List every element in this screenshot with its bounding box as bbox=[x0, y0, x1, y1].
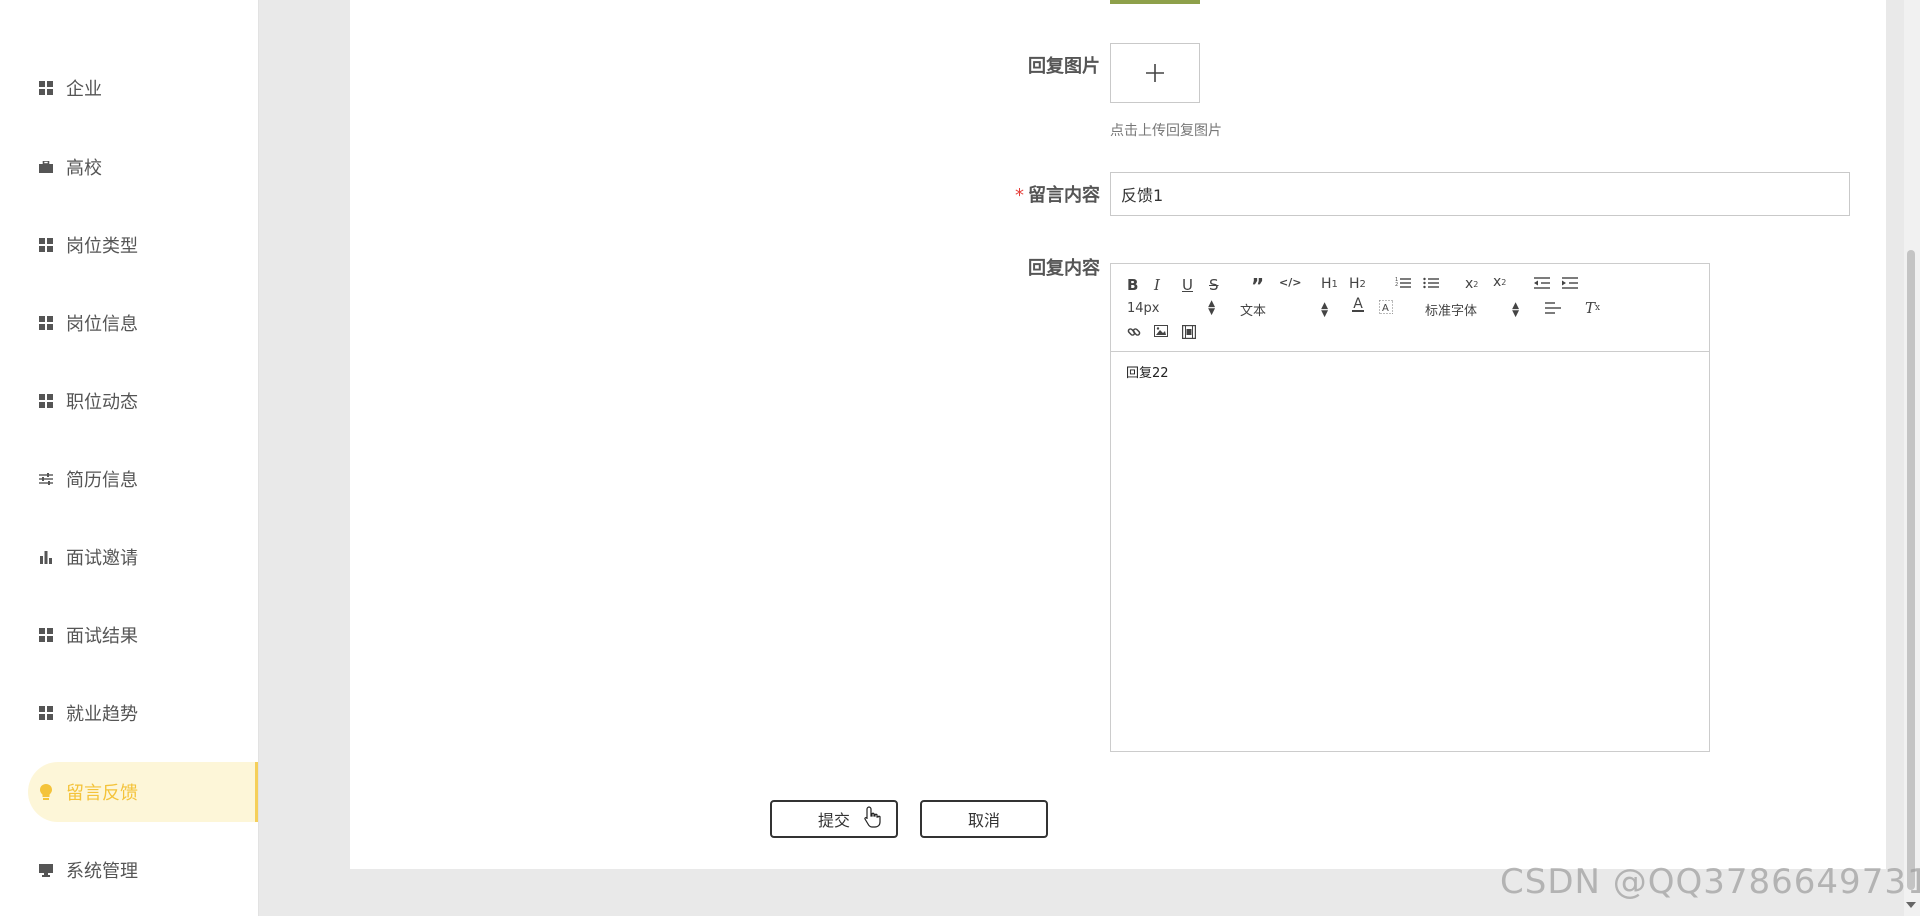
strike-icon[interactable]: S bbox=[1209, 276, 1219, 294]
ordered-list-icon[interactable]: 12 bbox=[1395, 276, 1411, 290]
link-icon[interactable] bbox=[1127, 325, 1141, 339]
editor-toolbar: B I U S ” </> H1 H2 12 x2 x2 14px ▲ ▼ 文本… bbox=[1111, 264, 1709, 352]
sidebar-item-university[interactable]: 高校 bbox=[28, 137, 258, 197]
sidebar-item-job-info[interactable]: 岗位信息 bbox=[28, 293, 258, 353]
scroll-down-arrow-icon[interactable] bbox=[1906, 902, 1916, 908]
sidebar-item-interview-result[interactable]: 面试结果 bbox=[28, 605, 258, 665]
sidebar-item-employment-trend[interactable]: 就业趋势 bbox=[28, 683, 258, 743]
blockquote-icon[interactable]: ” bbox=[1251, 274, 1264, 298]
sidebar-item-label: 系统管理 bbox=[66, 861, 138, 882]
clean-format-icon[interactable]: Tx bbox=[1585, 299, 1600, 317]
reply-image-label: 回复图片 bbox=[1028, 56, 1100, 77]
monitor-icon bbox=[38, 862, 54, 878]
sidebar-item-label: 岗位信息 bbox=[66, 314, 138, 335]
hand-cursor-icon bbox=[864, 806, 881, 828]
sidebar-item-resume[interactable]: 简历信息 bbox=[28, 449, 258, 509]
chevron-updown-icon: ▲ ▼ bbox=[1321, 300, 1328, 319]
underline-icon[interactable]: U bbox=[1182, 276, 1193, 294]
superscript-icon[interactable]: x2 bbox=[1493, 274, 1506, 290]
sidebar-item-feedback[interactable]: 留言反馈 bbox=[28, 762, 258, 822]
font-size-value: 14px bbox=[1127, 300, 1160, 316]
svg-text:2: 2 bbox=[1395, 282, 1398, 288]
bullet-list-icon[interactable] bbox=[1423, 276, 1439, 290]
lightbulb-icon bbox=[38, 784, 54, 800]
sidebar-item-enterprise[interactable]: 企业 bbox=[28, 58, 258, 118]
grid-icon bbox=[38, 315, 54, 331]
sidebar-item-label: 面试邀请 bbox=[66, 548, 138, 569]
sidebar-item-interview-invite[interactable]: 面试邀请 bbox=[28, 527, 258, 587]
editor-content[interactable]: 回复22 bbox=[1111, 352, 1709, 391]
sidebar-item-label: 留言反馈 bbox=[66, 783, 138, 804]
image-icon[interactable] bbox=[1154, 325, 1168, 337]
h2-icon[interactable]: H2 bbox=[1349, 276, 1366, 292]
italic-icon[interactable]: I bbox=[1154, 276, 1160, 294]
plus-icon bbox=[1146, 64, 1164, 82]
subscript-icon[interactable]: x2 bbox=[1465, 276, 1478, 292]
indent-icon[interactable] bbox=[1562, 276, 1578, 290]
grid-icon bbox=[38, 705, 54, 721]
sidebar-item-label: 简历信息 bbox=[66, 470, 138, 491]
scrollbar-thumb[interactable] bbox=[1907, 250, 1915, 890]
sidebar-item-label: 高校 bbox=[66, 158, 102, 179]
font-color-icon[interactable]: A bbox=[1352, 297, 1364, 312]
sliders-icon bbox=[38, 471, 54, 487]
chevron-updown-icon: ▲ ▼ bbox=[1208, 299, 1215, 317]
watermark: CSDN @QQ3786649731 bbox=[1500, 862, 1920, 902]
form-panel: 回复图片 点击上传回复图片 *留言内容 回复内容 B I U S ” </> H… bbox=[350, 0, 1886, 869]
sidebar-item-job-news[interactable]: 职位动态 bbox=[28, 371, 258, 431]
cancel-button[interactable]: 取消 bbox=[920, 800, 1048, 838]
outdent-icon[interactable] bbox=[1534, 276, 1550, 290]
grid-icon bbox=[38, 627, 54, 643]
sidebar-item-label: 企业 bbox=[66, 79, 102, 100]
background-color-icon[interactable]: A bbox=[1379, 300, 1393, 314]
upload-hint: 点击上传回复图片 bbox=[1110, 123, 1222, 139]
uploaded-image-thumbnail[interactable] bbox=[1110, 0, 1200, 4]
font-family-value: 标准字体 bbox=[1425, 304, 1478, 319]
grid-icon bbox=[38, 393, 54, 409]
font-family-picker[interactable]: 标准字体 ▲ ▼ bbox=[1425, 300, 1519, 319]
message-content-input[interactable] bbox=[1110, 172, 1850, 216]
svg-text:A: A bbox=[1382, 303, 1389, 314]
sidebar-item-label: 岗位类型 bbox=[66, 236, 138, 257]
reply-content-label: 回复内容 bbox=[1028, 258, 1100, 279]
bold-icon[interactable]: B bbox=[1127, 276, 1138, 294]
h1-icon[interactable]: H1 bbox=[1321, 276, 1338, 292]
message-content-label: * 留言内容 bbox=[1015, 185, 1100, 206]
video-icon[interactable] bbox=[1182, 325, 1196, 339]
align-icon[interactable] bbox=[1545, 302, 1561, 314]
chevron-updown-icon: ▲ ▼ bbox=[1512, 300, 1519, 319]
sidebar-item-label: 就业趋势 bbox=[66, 704, 138, 725]
grid-icon bbox=[38, 80, 54, 96]
sidebar-item-label: 面试结果 bbox=[66, 626, 138, 647]
header-picker[interactable]: 文本 ▲ ▼ bbox=[1240, 300, 1328, 319]
required-mark: * bbox=[1015, 185, 1024, 206]
code-block-icon[interactable]: </> bbox=[1279, 276, 1301, 289]
bar-chart-icon bbox=[38, 549, 54, 565]
image-upload-button[interactable] bbox=[1110, 43, 1200, 103]
grid-icon bbox=[38, 237, 54, 253]
sidebar-item-system[interactable]: 系统管理 bbox=[28, 840, 258, 900]
header-picker-value: 文本 bbox=[1240, 304, 1267, 319]
briefcase-icon bbox=[38, 159, 54, 175]
sidebar-item-label: 职位动态 bbox=[66, 392, 138, 413]
sidebar-item-job-type[interactable]: 岗位类型 bbox=[28, 215, 258, 275]
rich-text-editor[interactable]: B I U S ” </> H1 H2 12 x2 x2 14px ▲ ▼ 文本… bbox=[1110, 263, 1710, 752]
font-size-picker[interactable]: 14px ▲ ▼ bbox=[1127, 299, 1215, 317]
sidebar: 企业 高校 岗位类型 岗位信息 职位动态 简历信息 面试邀请 面试结果 就业趋势 bbox=[0, 0, 259, 916]
